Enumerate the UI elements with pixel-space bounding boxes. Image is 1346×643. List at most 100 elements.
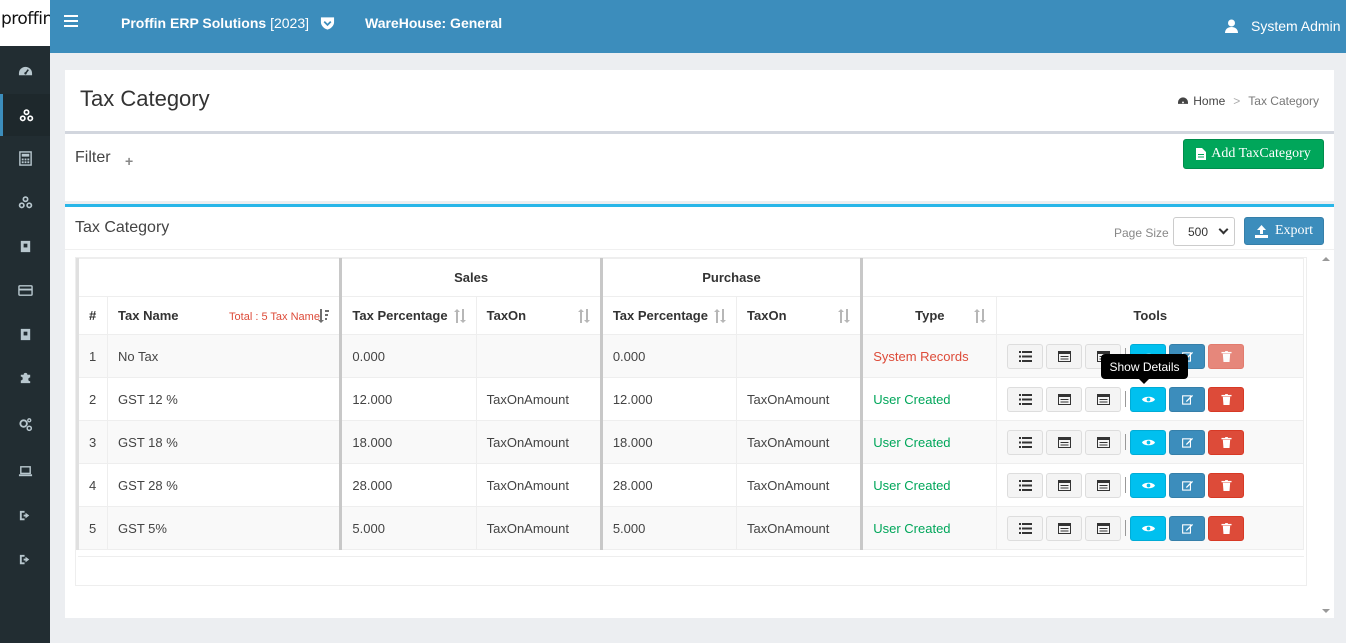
eye-icon bbox=[1141, 523, 1155, 534]
menu-toggle-icon[interactable] bbox=[64, 15, 78, 29]
col-tax-name-label: Tax Name bbox=[118, 308, 179, 323]
list-icon bbox=[1018, 522, 1032, 534]
col-header-num: # bbox=[75, 296, 109, 335]
scroll-up-icon[interactable] bbox=[1322, 255, 1330, 263]
col-header-purchase-pct[interactable]: Tax Percentage bbox=[599, 296, 738, 335]
edit-button[interactable] bbox=[1169, 429, 1206, 455]
laptop-icon bbox=[18, 465, 32, 476]
sidebar-item-logout[interactable] bbox=[0, 495, 50, 535]
sidebar-item-exit[interactable] bbox=[0, 539, 50, 579]
filter-expand-icon[interactable]: + bbox=[125, 153, 133, 169]
card-icon bbox=[1057, 522, 1071, 534]
col-header-tax-name[interactable]: Tax Name Total : 5 Tax Name bbox=[107, 296, 342, 335]
details-card-button[interactable] bbox=[1046, 429, 1083, 455]
col-num-label: # bbox=[89, 308, 97, 323]
user-menu[interactable]: System Admin bbox=[1251, 18, 1340, 34]
sidebar-item-plugins[interactable] bbox=[0, 357, 50, 397]
preview-card-button[interactable] bbox=[1085, 515, 1122, 541]
show-details-button[interactable] bbox=[1130, 472, 1167, 498]
cell-tools bbox=[996, 506, 1304, 550]
delete-button[interactable] bbox=[1208, 386, 1245, 412]
sort-icon[interactable] bbox=[577, 309, 590, 323]
sort-icon[interactable] bbox=[714, 309, 727, 323]
table-row: 2 GST 12 % 12.000 TaxOnAmount 12.000 TaxOnAmo… bbox=[75, 377, 1304, 421]
breadcrumb-separator: > bbox=[1233, 94, 1241, 108]
details-card-button[interactable] bbox=[1046, 386, 1083, 412]
sidebar-item-products[interactable] bbox=[0, 182, 50, 222]
preview-card-button[interactable] bbox=[1085, 472, 1122, 498]
cell-type: User Created bbox=[860, 420, 998, 464]
cell-tax-name: GST 5% bbox=[107, 506, 342, 550]
list-button[interactable] bbox=[1007, 343, 1044, 369]
col-header-type[interactable]: Type bbox=[860, 296, 998, 335]
sidebar-item-storage[interactable] bbox=[0, 314, 50, 354]
page-size-select[interactable]: 500 bbox=[1173, 217, 1235, 246]
card-icon bbox=[1096, 479, 1110, 491]
preview-card-button[interactable] bbox=[1085, 386, 1122, 412]
cell-tools bbox=[996, 420, 1304, 464]
sidebar-item-settings[interactable] bbox=[0, 404, 50, 444]
delete-button[interactable] bbox=[1208, 472, 1245, 498]
delete-button[interactable] bbox=[1208, 429, 1245, 455]
details-card-button[interactable] bbox=[1046, 515, 1083, 541]
sort-icon[interactable] bbox=[838, 309, 851, 323]
col-header-sales-taxon[interactable]: TaxOn bbox=[475, 296, 602, 335]
breadcrumb-home[interactable]: Home bbox=[1177, 94, 1225, 108]
tax-category-list-box: Tax Category Page Size 500 Export Sales … bbox=[65, 204, 1334, 618]
table-row: 3 GST 18 % 18.000 TaxOnAmount 18.000 TaxOnAmo… bbox=[75, 420, 1304, 464]
eye-icon bbox=[1141, 437, 1155, 448]
col-header-tools: Tools bbox=[996, 296, 1304, 335]
edit-button[interactable] bbox=[1169, 472, 1206, 498]
shield-icon[interactable] bbox=[320, 16, 335, 30]
sidebar-item-dashboard[interactable] bbox=[0, 51, 50, 91]
app-logo[interactable]: proffin bbox=[0, 0, 50, 46]
show-details-button[interactable] bbox=[1130, 429, 1167, 455]
edit-button[interactable] bbox=[1169, 386, 1206, 412]
add-tax-category-label: Add TaxCategory bbox=[1211, 146, 1311, 161]
sidebar-item-accounts[interactable] bbox=[0, 138, 50, 178]
delete-button[interactable] bbox=[1208, 343, 1245, 369]
add-tax-category-button[interactable]: Add TaxCategory bbox=[1183, 139, 1324, 169]
preview-card-button[interactable] bbox=[1085, 429, 1122, 455]
details-card-button[interactable] bbox=[1046, 343, 1083, 369]
total-count-note: Total : 5 Tax Name bbox=[229, 311, 320, 323]
row-tools bbox=[1007, 472, 1293, 498]
sort-icon[interactable] bbox=[453, 309, 466, 323]
puzzle-icon bbox=[20, 372, 30, 383]
show-details-button[interactable] bbox=[1130, 386, 1167, 412]
card-icon bbox=[1057, 436, 1071, 448]
sidebar-item-inventory[interactable] bbox=[0, 94, 50, 136]
sort-amount-icon[interactable] bbox=[317, 309, 330, 323]
col-header-purchase-taxon[interactable]: TaxOn bbox=[736, 296, 863, 335]
sidebar-item-archive[interactable] bbox=[0, 226, 50, 266]
page-size-label: Page Size bbox=[1114, 226, 1169, 240]
list-button[interactable] bbox=[1007, 515, 1044, 541]
edit-button[interactable] bbox=[1169, 515, 1206, 541]
sidebar-item-payments[interactable] bbox=[0, 270, 50, 310]
export-button[interactable]: Export bbox=[1244, 217, 1324, 245]
cell-tools bbox=[996, 377, 1304, 421]
cell-type: User Created bbox=[860, 463, 998, 507]
list-icon bbox=[1018, 436, 1032, 448]
card-icon bbox=[1096, 393, 1110, 405]
delete-button[interactable] bbox=[1208, 515, 1245, 541]
warehouse-label[interactable]: WareHouse: General bbox=[365, 15, 502, 31]
app-title: Proffin ERP Solutions [2023] bbox=[121, 15, 309, 31]
dashboard-icon bbox=[18, 66, 32, 75]
details-card-button[interactable] bbox=[1046, 472, 1083, 498]
sort-icon[interactable] bbox=[974, 309, 987, 323]
list-button[interactable] bbox=[1007, 429, 1044, 455]
scroll-down-icon[interactable] bbox=[1322, 607, 1330, 615]
list-button[interactable] bbox=[1007, 472, 1044, 498]
sidebar-item-system[interactable] bbox=[0, 451, 50, 491]
divider bbox=[65, 249, 1334, 250]
cell-purchase-pct: 0.000 bbox=[599, 334, 738, 378]
trash-icon bbox=[1220, 436, 1233, 448]
tool-separator bbox=[1125, 434, 1127, 450]
show-details-button[interactable] bbox=[1130, 515, 1167, 541]
row-tools bbox=[1007, 429, 1293, 455]
col-header-sales-pct[interactable]: Tax Percentage bbox=[339, 296, 477, 335]
edit-icon bbox=[1181, 437, 1194, 448]
user-icon bbox=[1225, 19, 1238, 33]
list-button[interactable] bbox=[1007, 386, 1044, 412]
